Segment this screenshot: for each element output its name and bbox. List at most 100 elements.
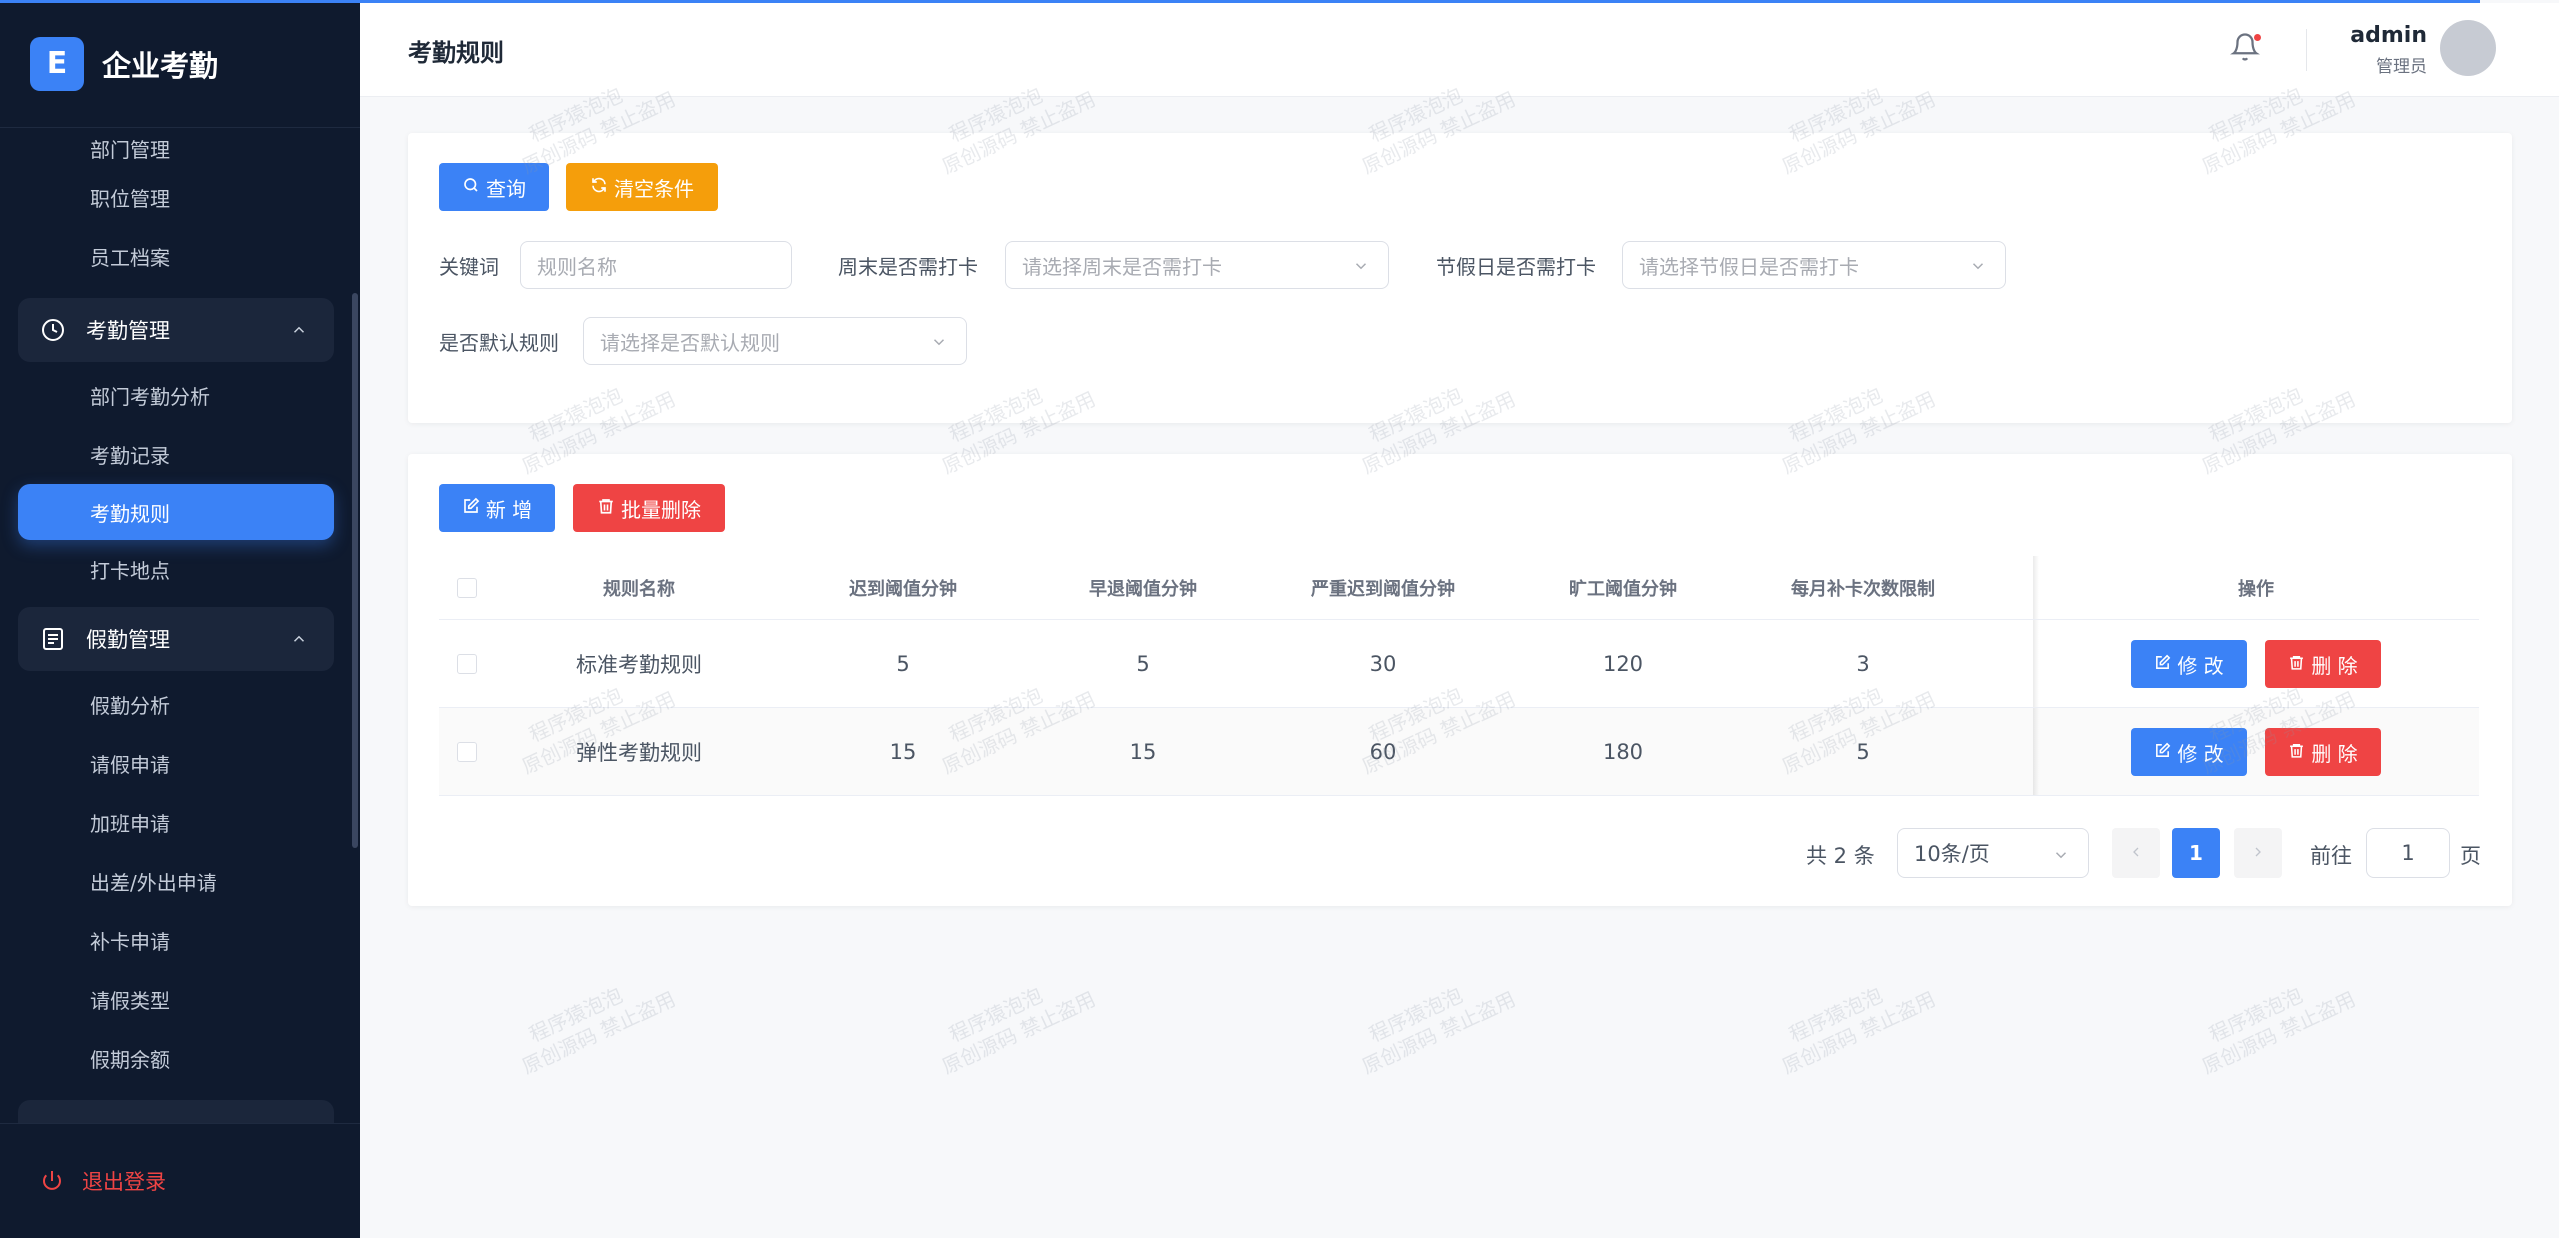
sidebar-item-attendance-rules[interactable]: 考勤规则 [18,484,334,540]
default-rule-select[interactable]: 请选择是否默认规则 [583,317,967,365]
page-size-value: 10条/页 [1914,842,1990,866]
cell-rule-name: 弹性考勤规则 [576,740,702,765]
cell-late-threshold: 15 [889,739,917,764]
sidebar-item-position[interactable]: 职位管理 [0,168,352,227]
sidebar-item-leave-request[interactable]: 请假申请 [0,734,352,793]
add-button[interactable]: 新 增 [439,484,555,532]
watermark: 程序猿泡泡 原创源码 禁止盗用 [1347,962,1520,1079]
sidebar-item-label: 请假申请 [90,753,170,777]
avatar[interactable] [2440,20,2496,76]
sidebar-item-label: 假期余额 [90,1048,170,1072]
chevron-up-icon [290,320,308,344]
edit-button[interactable]: 修 改 [2131,640,2247,688]
next-page-button[interactable] [2234,828,2282,878]
select-all-checkbox[interactable] [457,577,477,598]
sidebar: E 企业考勤 部门管理 职位管理 员工档案 考勤管理 部门考勤分析 考勤记录 考… [0,0,360,1238]
watermark-line1: 程序猿泡泡 [1365,982,1467,1047]
edit-button[interactable]: 修 改 [2131,728,2247,776]
rules-table: 规则名称 迟到阈值分钟 早退阈值分钟 严重迟到阈值分钟 旷工阈值分钟 每月补卡次… [439,556,2479,796]
cell-serious-late-threshold: 60 [1369,739,1397,764]
chevron-down-icon [1352,256,1370,280]
watermark: 程序猿泡泡 原创源码 禁止盗用 [2187,962,2360,1079]
prev-page-button[interactable] [2112,828,2160,878]
sidebar-item-leave-types[interactable]: 请假类型 [0,970,352,1029]
sidebar-item-dept-attendance-analysis[interactable]: 部门考勤分析 [0,366,352,425]
delete-button-label: 删 除 [2311,653,2358,678]
edit-button-label: 修 改 [2177,653,2224,678]
goto-page-input[interactable]: 1 [2366,828,2450,878]
page-size-select[interactable]: 10条/页 [1897,828,2089,878]
sidebar-item-label: 职位管理 [90,187,170,211]
sidebar-group-attendance[interactable]: 考勤管理 [18,298,334,362]
cell-late-threshold: 5 [896,651,910,676]
watermark-line1: 程序猿泡泡 [2205,982,2307,1047]
delete-button[interactable]: 删 除 [2265,728,2381,776]
fixed-column-shadow [2033,708,2039,795]
cell-monthly-makeup-limit: 5 [1856,739,1870,764]
logout-button[interactable]: 退出登录 [0,1123,360,1238]
sidebar-item-label: 加班申请 [90,812,170,836]
row-checkbox-cell [439,620,495,707]
user-name[interactable]: admin [2350,23,2427,48]
cell-early-leave-threshold: 5 [1136,651,1150,676]
cell-serious-late-threshold: 30 [1369,651,1397,676]
holiday-checkin-placeholder: 请选择节假日是否需打卡 [1639,254,1859,279]
sidebar-scrollbar[interactable] [352,128,358,1123]
cell-monthly-makeup-limit: 3 [1856,651,1870,676]
notification-bell[interactable] [2230,32,2266,68]
col-rule-name: 规则名称 [603,578,675,600]
cell-rule-name: 标准考勤规则 [576,652,702,677]
header: 考勤规则 admin 管理员 [360,3,2559,97]
watermark-line2: 原创源码 禁止盗用 [1358,986,1520,1079]
search-card: 查询 清空条件 关键词 规则名称 周末是否需打卡 请选择周末是否需打卡 节假日是… [408,133,2512,423]
watermark: 程序猿泡泡 原创源码 禁止盗用 [1767,962,1940,1079]
chevron-down-icon [1969,256,1987,280]
sidebar-item-business-trip-request[interactable]: 出差/外出申请 [0,852,352,911]
sidebar-item-label: 出差/外出申请 [90,871,217,895]
sidebar-scrollbar-thumb[interactable] [352,293,358,848]
trash-icon [2288,652,2305,676]
table-row: 弹性考勤规则 15 15 60 180 5 修 改 删 除 [439,708,2479,796]
row-checkbox[interactable] [457,741,477,762]
holiday-checkin-select[interactable]: 请选择节假日是否需打卡 [1622,241,2006,289]
fixed-column-shadow [2033,620,2039,707]
clear-conditions-button[interactable]: 清空条件 [566,163,718,211]
sidebar-item-makeup-checkin-request[interactable]: 补卡申请 [0,911,352,970]
sidebar-item-attendance-records[interactable]: 考勤记录 [0,425,352,484]
sidebar-item-leave-analysis[interactable]: 假勤分析 [0,675,352,734]
page-number-button[interactable]: 1 [2172,828,2220,878]
chevron-right-icon [2250,841,2266,865]
default-rule-placeholder: 请选择是否默认规则 [600,330,780,355]
cell-absent-threshold: 120 [1602,651,1644,676]
col-late-threshold: 迟到阈值分钟 [849,578,957,600]
sidebar-item-checkin-locations[interactable]: 打卡地点 [0,540,352,599]
sidebar-item-overtime-request[interactable]: 加班申请 [0,793,352,852]
brand-logo: E [30,36,84,91]
chevron-up-icon [290,629,308,653]
keyword-input[interactable]: 规则名称 [520,241,792,289]
cell-actions [2033,620,2479,707]
watermark-line1: 程序猿泡泡 [1785,982,1887,1047]
sidebar-item-leave-balance[interactable]: 假期余额 [0,1029,352,1088]
batch-delete-button[interactable]: 批量删除 [573,484,725,532]
delete-button[interactable]: 删 除 [2265,640,2381,688]
page-title: 考勤规则 [408,39,504,67]
goto-label: 前往 [2310,844,2352,868]
sidebar-item-department[interactable]: 部门管理 [0,128,352,168]
sidebar-item-label: 补卡申请 [90,930,170,954]
notification-dot [2254,34,2261,41]
weekend-checkin-placeholder: 请选择周末是否需打卡 [1022,254,1222,279]
weekend-checkin-select[interactable]: 请选择周末是否需打卡 [1005,241,1389,289]
sidebar-item-employee[interactable]: 员工档案 [0,227,352,286]
sidebar-group-collapsed[interactable] [18,1100,334,1123]
sidebar-group-leave[interactable]: 假勤管理 [18,607,334,671]
row-checkbox[interactable] [457,653,477,674]
sidebar-item-label: 考勤记录 [90,444,170,468]
table-header: 规则名称 迟到阈值分钟 早退阈值分钟 严重迟到阈值分钟 旷工阈值分钟 每月补卡次… [439,556,2479,620]
chevron-down-icon [930,332,948,356]
chevron-down-icon [2052,845,2070,869]
sidebar-group-label: 假勤管理 [86,628,170,652]
query-button[interactable]: 查询 [439,163,549,211]
watermark-line1: 程序猿泡泡 [525,982,627,1047]
edit-button-label: 修 改 [2177,741,2224,766]
